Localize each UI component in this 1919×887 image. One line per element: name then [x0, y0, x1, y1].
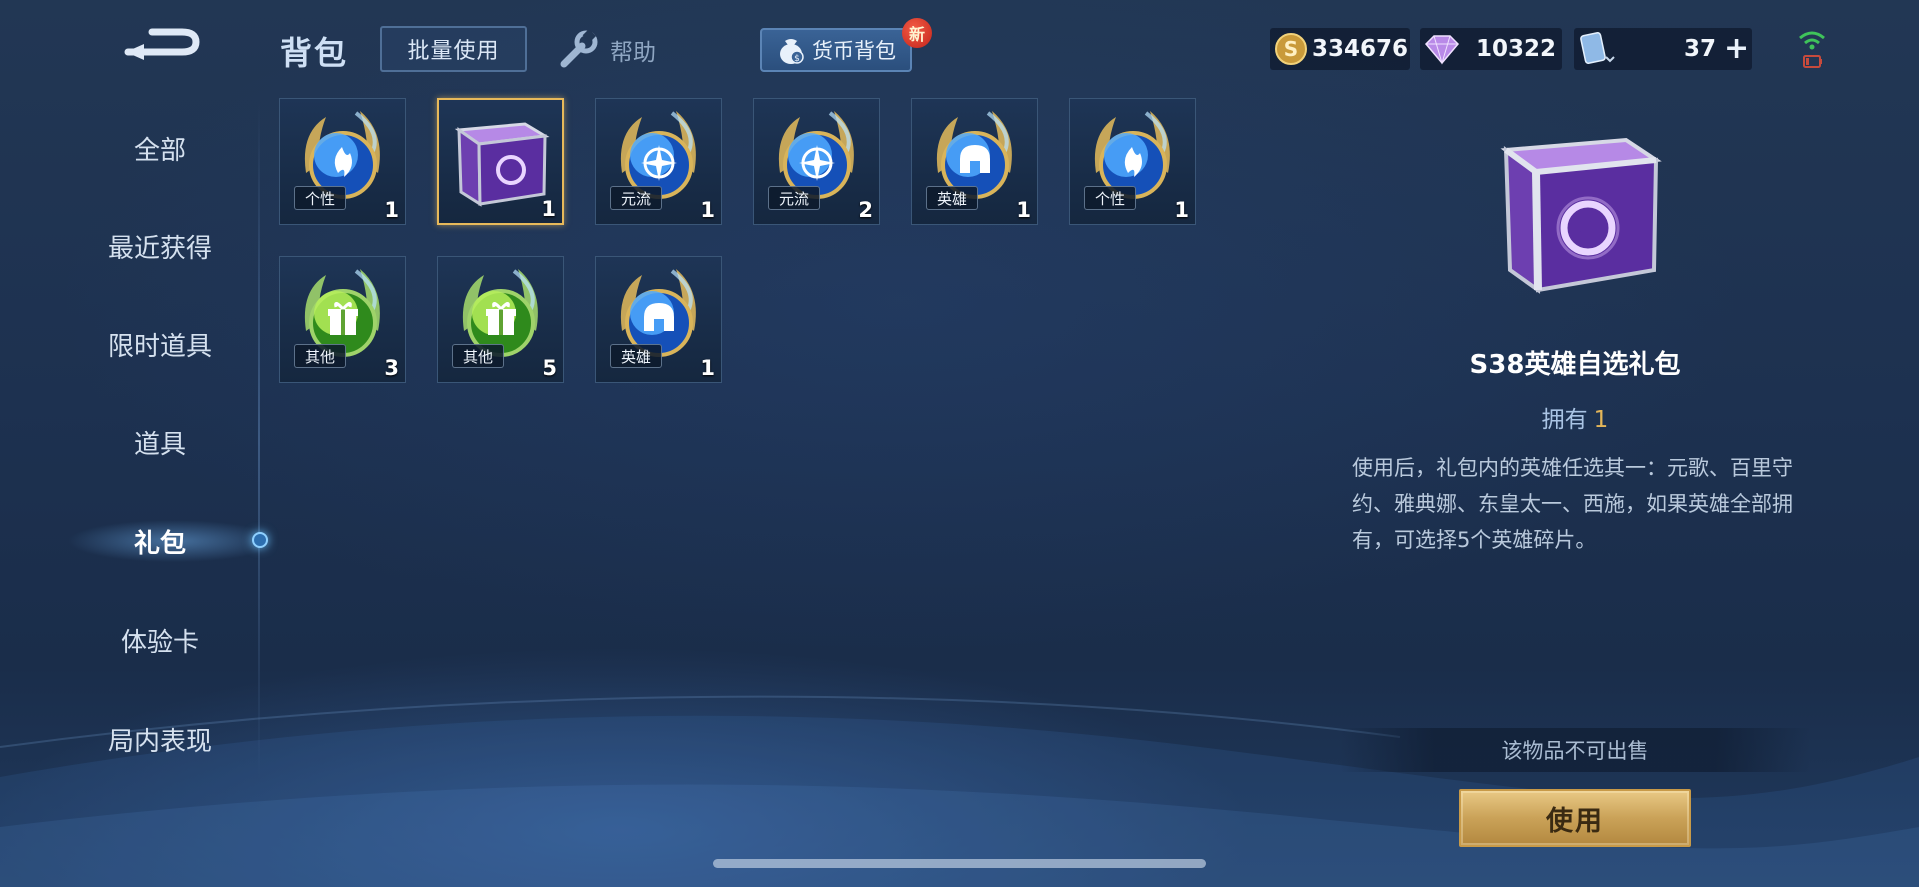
item-category-tag: 个性: [294, 186, 346, 210]
item-quantity: 1: [700, 198, 715, 222]
diamond-counter: 10322: [1420, 28, 1562, 70]
batch-use-button[interactable]: 批量使用: [380, 26, 527, 72]
selected-item-chest-image: [1500, 137, 1662, 294]
home-indicator[interactable]: [713, 859, 1206, 868]
help-button[interactable]: 帮助: [556, 28, 656, 72]
item-category-tag: 元流: [610, 186, 662, 210]
item-quantity: 1: [700, 356, 715, 380]
gold-value: 334676: [1312, 36, 1409, 62]
item-quantity: 1: [384, 198, 399, 222]
svg-text:$: $: [794, 54, 800, 64]
currency-bag-label: 货币背包: [812, 39, 896, 63]
wifi-icon: [1799, 31, 1825, 50]
inventory-item-slot[interactable]: 其他 3: [279, 256, 406, 383]
sidebar-item-limited[interactable]: 限时道具: [0, 314, 320, 374]
inventory-item-slot[interactable]: 英雄 1: [595, 256, 722, 383]
not-sellable-note: 该物品不可出售: [1340, 728, 1810, 772]
item-category-tag: 英雄: [926, 186, 978, 210]
svg-text:S: S: [1284, 37, 1298, 61]
item-quantity: 1: [1016, 198, 1031, 222]
wrench-icon: [560, 30, 598, 68]
sidebar-item-gift-packs[interactable]: 礼包: [0, 511, 320, 571]
use-button[interactable]: 使用: [1459, 789, 1691, 847]
add-ticket-button[interactable]: +: [1724, 34, 1749, 64]
inventory-item-slot[interactable]: 其他 5: [437, 256, 564, 383]
item-category-tag: 其他: [452, 344, 504, 368]
item-category-tag: 其他: [294, 344, 346, 368]
inventory-item-slot[interactable]: 元流 1: [595, 98, 722, 225]
owned-label: 拥有: [1541, 407, 1588, 433]
item-quantity: 2: [858, 198, 873, 222]
item-quantity: 3: [384, 356, 399, 380]
wifi-battery-status: [1799, 31, 1825, 68]
item-category-tag: 英雄: [610, 344, 662, 368]
diamond-icon: [1424, 35, 1460, 65]
diamond-value: 10322: [1476, 36, 1557, 62]
item-quantity: 1: [541, 197, 556, 221]
sidebar-item-trial-cards[interactable]: 体验卡: [0, 610, 320, 670]
item-description: 使用后，礼包内的英雄任选其一：元歌、百里守约、雅典娜、东皇太一、西施，如果英雄全…: [1352, 456, 1793, 552]
back-button[interactable]: [122, 22, 202, 68]
sidebar-item-props[interactable]: 道具: [0, 412, 320, 472]
inventory-item-slot[interactable]: 元流 2: [753, 98, 880, 225]
battery-icon: [1803, 55, 1822, 68]
inventory-item-slot[interactable]: 个性 1: [1069, 98, 1196, 225]
help-label: 帮助: [610, 40, 656, 66]
owned-count: 1: [1593, 407, 1609, 433]
ticket-value: 37: [1684, 36, 1717, 62]
currency-bag-button[interactable]: $ 货币背包: [760, 28, 912, 72]
sidebar-item-recent[interactable]: 最近获得: [0, 216, 320, 276]
sidebar-item-in-game[interactable]: 局内表现: [0, 709, 320, 769]
ticket-card-icon: [1580, 32, 1615, 64]
inventory-item-slot[interactable]: 1: [437, 98, 564, 225]
money-bag-icon: $: [780, 39, 804, 64]
new-badge: 新: [902, 18, 932, 48]
item-quantity: 1: [1174, 198, 1189, 222]
gold-counter: S 334676: [1270, 28, 1410, 70]
item-quantity: 5: [542, 356, 557, 380]
item-category-tag: 元流: [768, 186, 820, 210]
ticket-counter[interactable]: 37 +: [1574, 28, 1752, 70]
item-category-tag: 个性: [1084, 186, 1136, 210]
inventory-item-slot[interactable]: 英雄 1: [911, 98, 1038, 225]
page-title: 背包: [280, 34, 349, 72]
selected-item-name: S38英雄自选礼包: [1469, 350, 1681, 380]
inventory-item-slot[interactable]: 个性 1: [279, 98, 406, 225]
gold-coin-icon: S: [1275, 33, 1307, 65]
sidebar-item-all[interactable]: 全部: [0, 118, 320, 178]
owned-count-row: 拥有 1: [1330, 400, 1820, 434]
back-arrow-icon: [124, 28, 200, 60]
